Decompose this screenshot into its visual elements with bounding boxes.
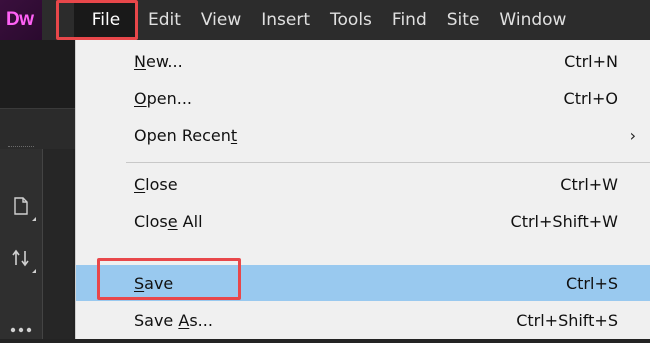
menu-item-shortcut: Ctrl+N <box>564 52 618 71</box>
sort-arrows-icon[interactable] <box>8 245 36 273</box>
menu-file[interactable]: File <box>74 0 138 40</box>
menu-item-save[interactable]: Save Ctrl+S <box>76 265 650 301</box>
app-logo: Dw <box>0 0 42 40</box>
menu-bar: Dw File Edit View Insert Tools Find Site… <box>0 0 650 40</box>
menu-item-shortcut: Ctrl+O <box>563 89 618 108</box>
menu-item-open-recent[interactable]: Open Recent › <box>76 117 650 154</box>
panel-gap <box>43 149 73 339</box>
menu-item-label: Close All <box>134 212 203 231</box>
menu-item-close[interactable]: Close Ctrl+W <box>76 166 650 203</box>
menu-item-label: Open Recent <box>134 126 238 145</box>
menu-tools[interactable]: Tools <box>320 0 382 40</box>
file-icon[interactable] <box>8 193 36 221</box>
menu-item-shortcut: Ctrl+Shift+S <box>516 311 618 330</box>
menu-find[interactable]: Find <box>382 0 437 40</box>
menu-item-shortcut: Ctrl+S <box>565 273 618 293</box>
menu-item-label: Open... <box>134 89 192 108</box>
menu-view[interactable]: View <box>191 0 251 40</box>
menu-insert[interactable]: Insert <box>251 0 320 40</box>
more-icon[interactable] <box>8 317 34 343</box>
menu-separator <box>126 162 650 163</box>
menu-item-close-all[interactable]: Close All Ctrl+Shift+W <box>76 203 650 240</box>
menu-item-label: New... <box>134 52 183 71</box>
menu-item-label: Save <box>134 273 174 293</box>
menu-item-shortcut: Ctrl+Shift+W <box>510 212 618 231</box>
menu-item-label: Save As... <box>134 311 213 330</box>
chevron-right-icon: › <box>629 126 636 145</box>
menu-item-open[interactable]: Open... Ctrl+O <box>76 80 650 117</box>
menu-item-save-as[interactable]: Save As... Ctrl+Shift+S <box>76 302 650 339</box>
file-menu-dropdown: New... Ctrl+N Open... Ctrl+O Open Recent… <box>76 40 650 339</box>
menu-edit[interactable]: Edit <box>138 0 191 40</box>
menu-item-new[interactable]: New... Ctrl+N <box>76 43 650 80</box>
menu-site[interactable]: Site <box>437 0 490 40</box>
menu-item-shortcut: Ctrl+W <box>560 175 618 194</box>
menu-item-label: Close <box>134 175 178 194</box>
left-toolbar <box>0 149 43 339</box>
menu-window[interactable]: Window <box>489 0 576 40</box>
